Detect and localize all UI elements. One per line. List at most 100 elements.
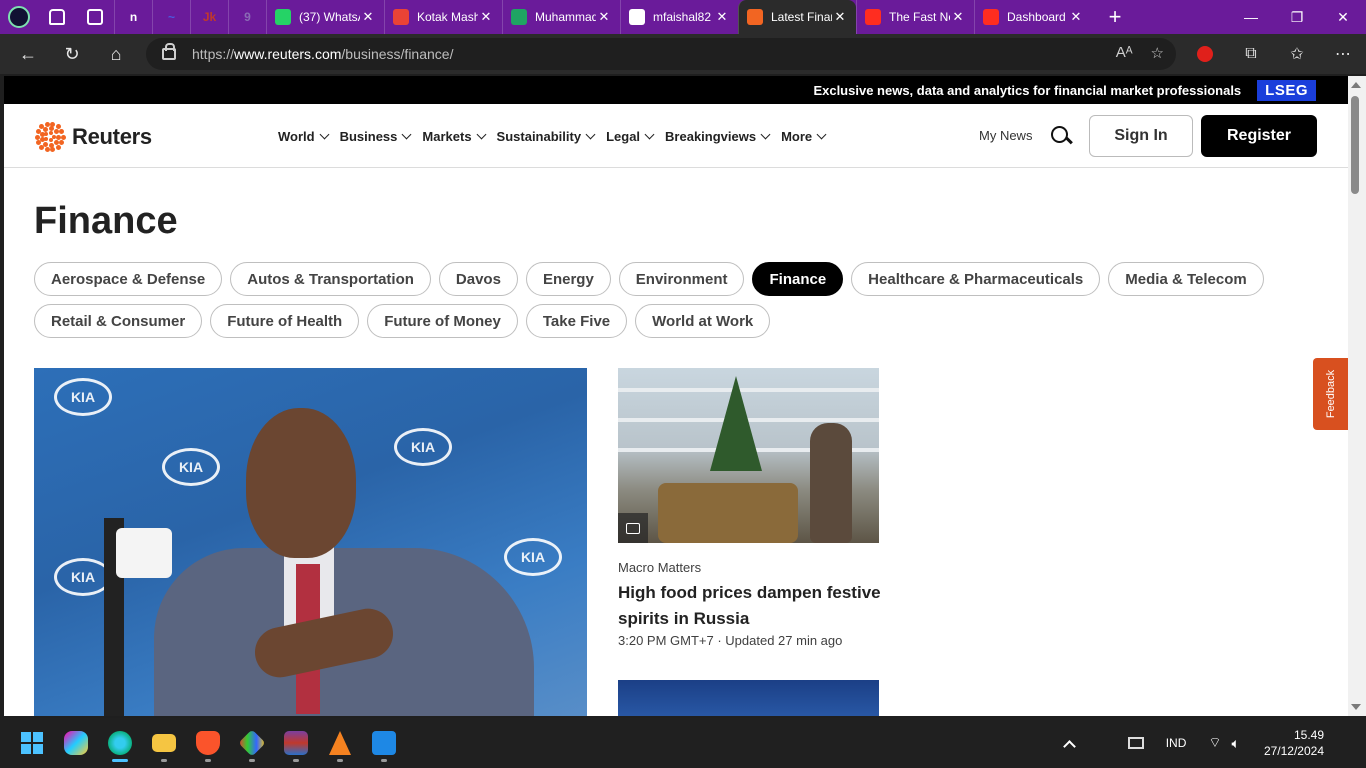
minimize-button[interactable]: — bbox=[1228, 0, 1274, 34]
pinned-tab[interactable]: n bbox=[114, 0, 152, 34]
nav-item[interactable]: World bbox=[278, 129, 330, 144]
sign-in-button[interactable]: Sign In bbox=[1089, 115, 1193, 157]
pinned-tab[interactable]: Jk bbox=[190, 0, 228, 34]
register-button[interactable]: Register bbox=[1201, 115, 1317, 157]
section-chip[interactable]: World at Work bbox=[635, 304, 771, 338]
device-icon[interactable] bbox=[1127, 737, 1144, 749]
section-chip[interactable]: Retail & Consumer bbox=[34, 304, 203, 338]
section-chip[interactable]: Energy bbox=[525, 262, 611, 296]
edge-app[interactable] bbox=[98, 721, 142, 765]
feedback-tab[interactable]: Feedback bbox=[1313, 358, 1348, 430]
vertical-tabs-icon[interactable] bbox=[76, 0, 114, 34]
vlc-app[interactable] bbox=[318, 721, 362, 765]
extensions-icon[interactable]: ⧉ bbox=[1228, 45, 1274, 63]
section-chip[interactable]: Environment bbox=[618, 262, 745, 296]
close-window-button[interactable]: ✕ bbox=[1320, 0, 1366, 34]
chevron-down-icon bbox=[644, 129, 655, 139]
close-tab-icon[interactable]: ✕ bbox=[832, 9, 848, 25]
nav-item[interactable]: Sustainability bbox=[496, 128, 596, 144]
read-aloud-icon[interactable]: Aᴬ bbox=[1116, 44, 1133, 62]
clock[interactable]: 15.49 27/12/2024 bbox=[1264, 727, 1324, 759]
start-button[interactable] bbox=[10, 721, 54, 765]
browser-tab[interactable]: Muhammad ✕ bbox=[502, 0, 620, 34]
nav-item[interactable]: Breakingviews bbox=[665, 129, 771, 144]
section-chip[interactable]: Autos & Transportation bbox=[230, 262, 431, 296]
section-chip[interactable]: Future of Money bbox=[367, 304, 518, 338]
hero-image[interactable]: KIA KIA KIA KIA KIA bbox=[34, 368, 587, 716]
story-kicker[interactable]: Macro Matters bbox=[618, 560, 701, 575]
brave-app[interactable] bbox=[186, 721, 230, 765]
back-icon[interactable]: ← bbox=[6, 34, 50, 74]
close-tab-icon[interactable]: ✕ bbox=[478, 9, 494, 25]
nav-item[interactable]: Legal bbox=[606, 129, 655, 144]
wifi-icon[interactable]: ⌔ bbox=[1208, 734, 1221, 752]
section-chip[interactable]: Take Five bbox=[525, 304, 628, 338]
adblock-extension-icon[interactable] bbox=[1182, 46, 1228, 62]
chevron-down-icon bbox=[476, 129, 486, 139]
nav-item[interactable]: Business bbox=[340, 129, 412, 144]
favorite-star-icon[interactable]: ☆ bbox=[1151, 44, 1164, 62]
input-language[interactable]: IND bbox=[1166, 736, 1187, 750]
promo-banner[interactable]: Exclusive news, data and analytics for f… bbox=[4, 76, 1348, 104]
scroll-thumb[interactable] bbox=[1351, 96, 1359, 194]
close-tab-icon[interactable]: ✕ bbox=[596, 9, 612, 25]
file-explorer-app[interactable] bbox=[142, 721, 186, 765]
story-image[interactable] bbox=[618, 368, 879, 543]
browser-tab[interactable]: The Fast News✕ bbox=[856, 0, 974, 34]
settings-more-icon[interactable]: ⋯ bbox=[1320, 44, 1366, 64]
scroll-down-arrow[interactable] bbox=[1351, 704, 1361, 710]
volume-icon[interactable]: 🔈︎ bbox=[1232, 735, 1240, 752]
close-tab-icon[interactable]: ✕ bbox=[950, 9, 966, 25]
browser-tab[interactable]: (37) WhatsApp✕ bbox=[266, 0, 384, 34]
story-headline[interactable]: High food prices dampen festive spirits … bbox=[618, 580, 883, 632]
section-chip[interactable]: Media & Telecom bbox=[1108, 262, 1264, 296]
chevron-up-icon[interactable] bbox=[1062, 739, 1076, 753]
nav-label: Sustainability bbox=[496, 128, 582, 144]
pinned-tab[interactable]: 9 bbox=[228, 0, 266, 34]
reuters-logo[interactable]: Reuters bbox=[34, 121, 152, 153]
profile-icon[interactable] bbox=[0, 0, 38, 34]
logo-dot bbox=[48, 142, 54, 148]
winrar-app[interactable] bbox=[274, 721, 318, 765]
browser-tab[interactable]: Dashboard ✕ bbox=[974, 0, 1092, 34]
section-chip[interactable]: Finance bbox=[752, 262, 844, 296]
whatsapp-icon bbox=[275, 9, 291, 25]
close-tab-icon[interactable]: ✕ bbox=[1068, 9, 1084, 25]
logo-dot bbox=[34, 134, 40, 140]
page-scrollbar[interactable] bbox=[1348, 76, 1366, 716]
workspaces-icon[interactable] bbox=[38, 0, 76, 34]
site-header: Reuters World Business Markets Sustainabili… bbox=[4, 104, 1348, 168]
scroll-up-arrow[interactable] bbox=[1351, 82, 1361, 88]
pinned-tab[interactable]: ~ bbox=[152, 0, 190, 34]
home-icon[interactable]: ⌂ bbox=[94, 34, 138, 74]
section-chip[interactable]: Davos bbox=[438, 262, 518, 296]
browser-tab[interactable]: Kotak Mashiyaku✕ bbox=[384, 0, 502, 34]
restore-button[interactable]: ❐ bbox=[1274, 0, 1320, 34]
search-icon[interactable] bbox=[1051, 126, 1071, 146]
close-tab-icon[interactable]: ✕ bbox=[360, 9, 376, 25]
section-chip[interactable]: Healthcare & Pharmaceuticals bbox=[851, 262, 1101, 296]
lock-icon[interactable] bbox=[162, 43, 176, 60]
browser-tab[interactable]: mfaishal82 ✕ bbox=[620, 0, 738, 34]
refresh-icon[interactable]: ↻ bbox=[50, 34, 94, 74]
nav-item[interactable]: More bbox=[781, 129, 827, 144]
git-tool-app[interactable] bbox=[230, 721, 274, 765]
section-chip[interactable]: Future of Health bbox=[210, 304, 360, 338]
my-news-link[interactable]: My News bbox=[979, 128, 1032, 143]
logo-wordmark: Reuters bbox=[72, 124, 152, 149]
vscode-app[interactable] bbox=[362, 721, 406, 765]
lseg-badge[interactable]: LSEG bbox=[1257, 79, 1316, 101]
nav-item[interactable]: Markets bbox=[422, 129, 486, 144]
new-tab-button[interactable]: + bbox=[1098, 0, 1132, 34]
section-chip[interactable]: Aerospace & Defense bbox=[34, 262, 223, 296]
notion-tab-icon: n bbox=[129, 10, 138, 24]
next-story-image[interactable] bbox=[618, 680, 879, 716]
kia-logo: KIA bbox=[162, 448, 220, 486]
feedback-label: Feedback bbox=[1325, 369, 1337, 419]
copilot-app[interactable] bbox=[54, 721, 98, 765]
close-tab-icon[interactable]: ✕ bbox=[714, 9, 730, 25]
favorites-icon[interactable]: ✩ bbox=[1274, 44, 1320, 64]
logo-dot bbox=[54, 129, 59, 135]
url-input[interactable]: https://www.reuters.com/business/finance… bbox=[146, 38, 1176, 70]
browser-tab[interactable]: Latest Finance✕ bbox=[738, 0, 856, 34]
